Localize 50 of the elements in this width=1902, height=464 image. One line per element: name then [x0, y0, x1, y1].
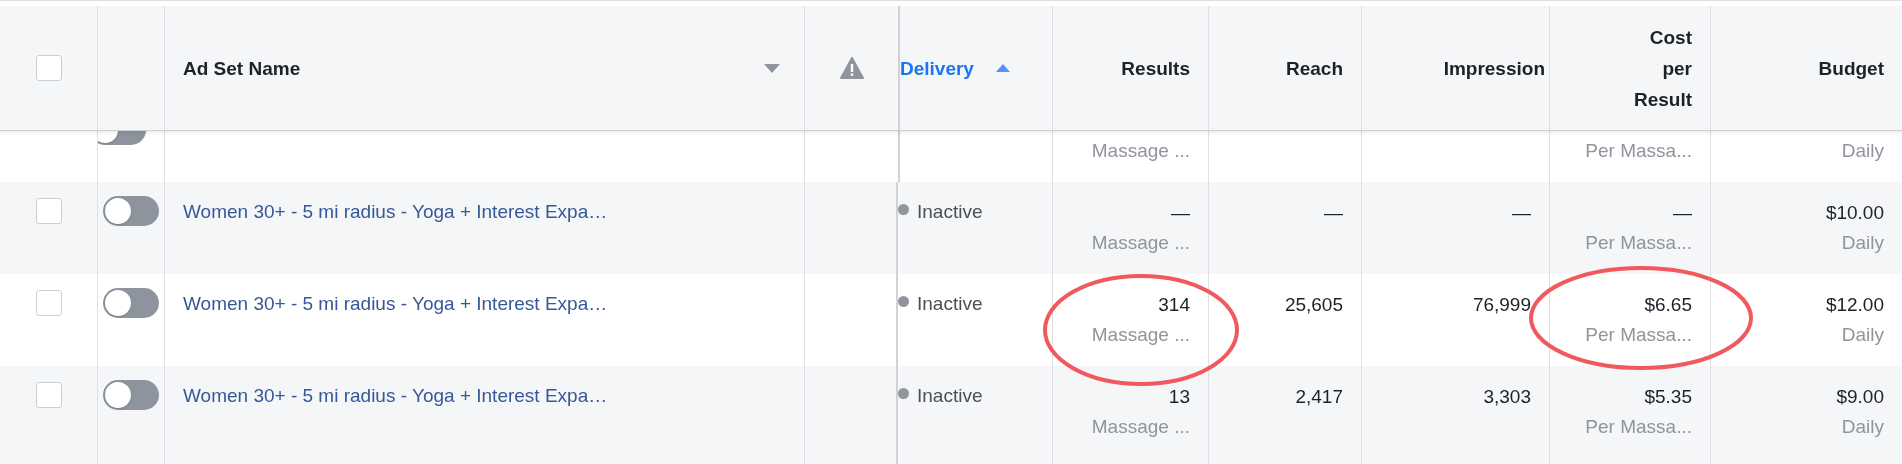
- status-text: Inactive: [917, 384, 983, 408]
- cell-value: $9.00: [1836, 385, 1884, 409]
- cell-subtext: Daily: [1841, 323, 1884, 347]
- cell-subtext: Massage ...: [1091, 139, 1190, 163]
- cell-value: 2,417: [1295, 385, 1343, 409]
- column-header[interactable]: Ad Set Name: [183, 52, 301, 84]
- warning-icon: [839, 57, 864, 79]
- cell-subtext: Massage ...: [1091, 415, 1190, 439]
- cell-subtext: Daily: [1841, 415, 1884, 439]
- cell-subtext: Daily: [1841, 139, 1884, 163]
- checkbox[interactable]: [35, 55, 62, 81]
- sort-ascending-icon[interactable]: [995, 64, 1010, 72]
- cell-subtext: Per Massa...: [1585, 139, 1692, 163]
- checkbox[interactable]: [35, 198, 62, 224]
- ad-set-name-link[interactable]: Women 30+ - 5 mi radius - Yoga + Interest Expa…: [183, 385, 608, 406]
- cell-value: —: [1673, 201, 1692, 225]
- cell-value: $12.00: [1825, 293, 1884, 317]
- ad-set-name-link[interactable]: Women 30+ - 5 mi radius - Yoga + Interest Expa…: [183, 201, 608, 222]
- toggle-switch[interactable]: [103, 288, 159, 318]
- cell-subtext: Per Massa...: [1585, 323, 1692, 347]
- cell-subtext: Per Massa...: [1585, 415, 1692, 439]
- cell-value: 25,605: [1284, 293, 1343, 317]
- cell-subtext: Massage ...: [1091, 231, 1190, 255]
- cell-value: 314: [1158, 293, 1190, 317]
- column-header[interactable]: Impression: [1443, 52, 1545, 84]
- column-header[interactable]: Reach: [1285, 52, 1343, 84]
- cell-value: 13: [1168, 385, 1190, 409]
- column-header[interactable]: Delivery: [900, 52, 974, 84]
- cell-value: 3,303: [1483, 385, 1531, 409]
- column-header[interactable]: Results: [1121, 52, 1190, 84]
- cell-subtext: Massage ...: [1091, 323, 1190, 347]
- toggle-switch[interactable]: [103, 196, 159, 226]
- checkbox[interactable]: [35, 290, 62, 316]
- cell-value: 76,999: [1472, 293, 1531, 317]
- cell-subtext: Daily: [1841, 231, 1884, 255]
- cell-value: —: [1171, 201, 1190, 225]
- cell-subtext: Per Massa...: [1585, 231, 1692, 255]
- checkbox[interactable]: [35, 382, 62, 408]
- cell-value: —: [1512, 201, 1531, 225]
- column-header[interactable]: Budget: [1818, 52, 1884, 84]
- dropdown-caret-icon[interactable]: [764, 63, 780, 73]
- cell-value: $5.35: [1644, 385, 1692, 409]
- cell-value: —: [1324, 201, 1343, 225]
- ad-set-name-link[interactable]: Women 30+ - 5 mi radius - Yoga + Interest Expa…: [183, 293, 608, 314]
- cell-value: $6.65: [1644, 293, 1692, 317]
- cell-value: $10.00: [1825, 201, 1884, 225]
- status-text: Inactive: [917, 200, 983, 224]
- status-text: Inactive: [917, 292, 983, 316]
- toggle-switch[interactable]: [103, 380, 159, 410]
- column-header[interactable]: Cost per Result: [1622, 21, 1692, 115]
